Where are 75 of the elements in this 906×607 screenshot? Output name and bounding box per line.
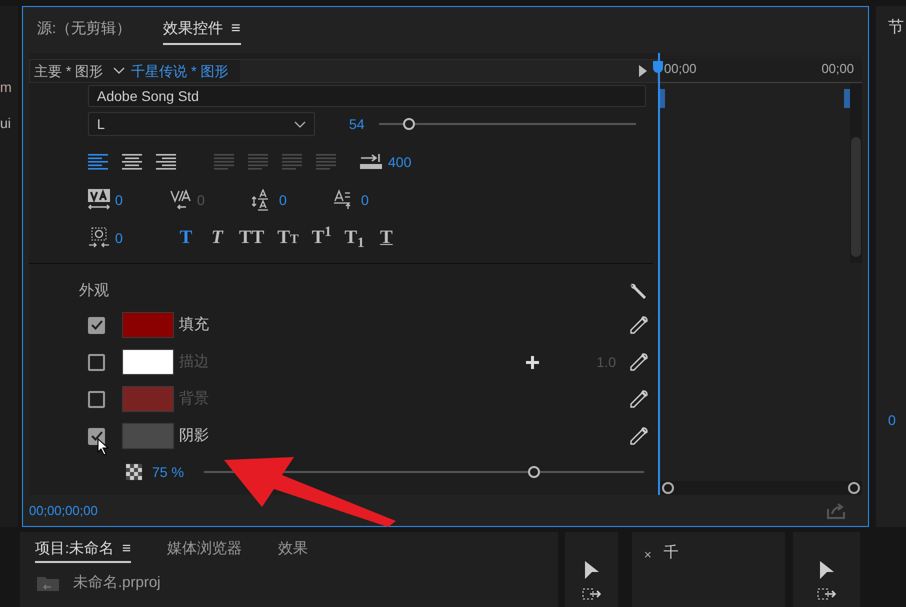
font-field[interactable]: Adobe Song Std bbox=[88, 85, 646, 107]
zoom-handle[interactable] bbox=[848, 482, 860, 494]
tab-ruler-icon bbox=[360, 154, 382, 170]
type-style-button[interactable]: TT bbox=[239, 227, 264, 249]
slider-thumb[interactable] bbox=[403, 118, 416, 130]
pointer-icon[interactable] bbox=[584, 560, 600, 580]
font-size-value[interactable]: 54 bbox=[349, 114, 365, 134]
pointer-icon[interactable] bbox=[818, 560, 834, 580]
section-title: 外观 bbox=[79, 280, 109, 301]
opacity-value[interactable]: 75 % bbox=[152, 462, 184, 482]
kerning-icon bbox=[88, 189, 110, 211]
tsume-value[interactable]: 0 bbox=[115, 228, 177, 248]
track-select-icon[interactable] bbox=[816, 588, 836, 600]
spacing-value[interactable]: 0 bbox=[115, 190, 123, 210]
type-style-button[interactable]: T bbox=[377, 227, 396, 249]
font-size-slider[interactable] bbox=[378, 117, 636, 131]
color-swatch[interactable] bbox=[122, 349, 174, 375]
panel-tab[interactable]: 媒体浏览器 bbox=[166, 537, 242, 563]
project-item[interactable]: 未命名.prproj bbox=[73, 572, 161, 594]
panel-title: 节 bbox=[888, 18, 905, 38]
keyframe-marker bbox=[844, 89, 850, 108]
type-style-button[interactable]: TT bbox=[277, 226, 299, 250]
checkbox[interactable] bbox=[88, 390, 105, 408]
tracking-icon bbox=[170, 189, 192, 211]
appearance-label: 阴影 bbox=[179, 426, 209, 446]
type-style-button[interactable]: T$^{1}$ bbox=[312, 227, 332, 249]
checkbox[interactable] bbox=[88, 316, 105, 334]
spacing-value[interactable]: 0 bbox=[279, 190, 287, 210]
checker-icon bbox=[126, 464, 142, 480]
align-left-icon[interactable] bbox=[88, 154, 108, 170]
align-right-icon[interactable] bbox=[156, 154, 176, 170]
type-style-button[interactable]: T$_{1}$ bbox=[344, 227, 364, 249]
type-style-button[interactable]: T bbox=[177, 227, 195, 249]
zoom-handle[interactable] bbox=[662, 482, 674, 494]
menu-icon[interactable]: ≡ bbox=[122, 538, 131, 560]
master-clip-tab[interactable]: 主要 * 图形 bbox=[30, 60, 108, 82]
mouse-cursor-icon bbox=[97, 438, 109, 456]
wrench-icon[interactable] bbox=[629, 282, 647, 300]
color-swatch[interactable] bbox=[122, 423, 174, 449]
keyframe-marker bbox=[660, 89, 665, 108]
value-text: 0 bbox=[888, 411, 897, 430]
panel-tab[interactable]: 源:（无剪辑） bbox=[37, 15, 132, 45]
panel-tab[interactable]: 项目:未命名 ≡ bbox=[35, 537, 131, 563]
timecode-label: 00;00 bbox=[821, 60, 854, 78]
slider-thumb[interactable] bbox=[528, 466, 540, 478]
cut-off-text: m bbox=[0, 78, 13, 97]
playhead-handle[interactable] bbox=[653, 61, 663, 73]
panel-tab[interactable]: 效果控件 ≡ bbox=[163, 15, 241, 45]
color-swatch[interactable] bbox=[122, 386, 174, 412]
track-select-icon[interactable] bbox=[582, 588, 602, 600]
spacing-value[interactable]: 0 bbox=[361, 190, 369, 210]
tab-width-value[interactable]: 400 bbox=[388, 152, 412, 172]
chevron-down-icon[interactable] bbox=[113, 67, 126, 75]
type-style-button[interactable]: T bbox=[208, 227, 226, 249]
style-dropdown[interactable]: L bbox=[88, 112, 315, 136]
color-swatch[interactable] bbox=[122, 312, 174, 338]
align-center-icon[interactable] bbox=[122, 154, 142, 170]
play-icon[interactable] bbox=[639, 65, 647, 77]
scrollbar-thumb[interactable] bbox=[851, 137, 861, 257]
zoom-bar[interactable] bbox=[660, 481, 862, 495]
folder-icon bbox=[37, 575, 59, 591]
appearance-label: 填充 bbox=[179, 314, 209, 335]
tsume-icon bbox=[88, 227, 110, 249]
cut-off-text: ui bbox=[0, 114, 12, 133]
close-button[interactable]: × bbox=[644, 545, 652, 564]
sequence-tab[interactable]: 千 bbox=[664, 542, 679, 564]
plus-icon[interactable] bbox=[526, 356, 539, 368]
panel-tab[interactable]: 效果 bbox=[278, 537, 308, 563]
current-timecode[interactable]: 00;00;00;00 bbox=[29, 500, 98, 520]
timecode-label: 00;00 bbox=[664, 60, 697, 78]
menu-icon[interactable]: ≡ bbox=[231, 17, 241, 41]
dropdown-value: L bbox=[97, 114, 105, 134]
checkbox[interactable] bbox=[88, 428, 105, 444]
checkbox[interactable] bbox=[88, 354, 105, 370]
chevron-down-icon bbox=[294, 120, 306, 128]
